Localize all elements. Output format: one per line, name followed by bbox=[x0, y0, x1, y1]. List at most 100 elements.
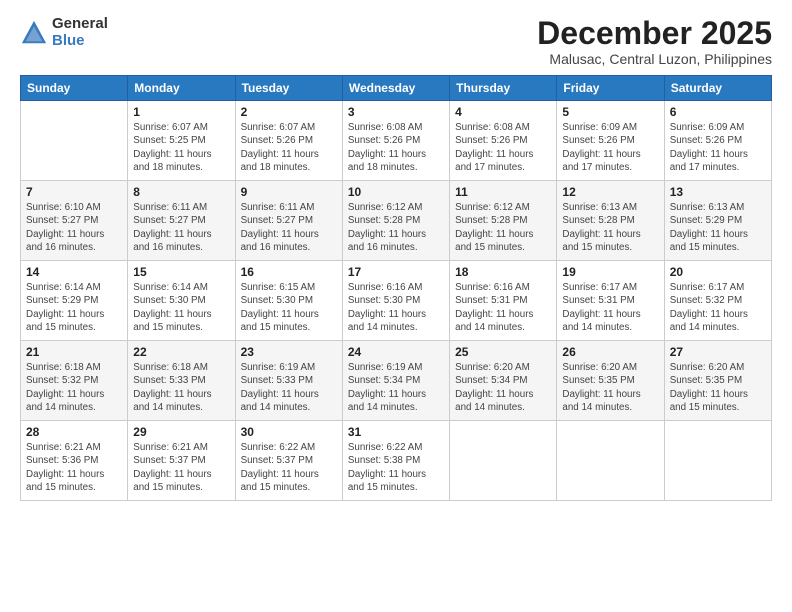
day-number: 23 bbox=[241, 345, 337, 359]
logo-icon bbox=[20, 19, 48, 47]
table-row: 20 Sunrise: 6:17 AM Sunset: 5:32 PM Dayli… bbox=[664, 261, 771, 341]
page: General Blue December 2025 Malusac, Cent… bbox=[0, 0, 792, 612]
day-number: 31 bbox=[348, 425, 444, 439]
day-info: Sunrise: 6:12 AM Sunset: 5:28 PM Dayligh… bbox=[455, 201, 551, 254]
table-row: 1Sunrise: 6:07 AM Sunset: 5:25 PM Daylig… bbox=[128, 101, 235, 181]
day-info: Sunrise: 6:11 AM Sunset: 5:27 PM Dayligh… bbox=[133, 201, 229, 254]
day-info: Sunrise: 6:20 AM Sunset: 5:34 PM Dayligh… bbox=[455, 361, 551, 414]
day-number: 19 bbox=[562, 265, 658, 279]
logo-blue: Blue bbox=[52, 33, 108, 50]
table-row: 29Sunrise: 6:21 AM Sunset: 5:37 PM Dayli… bbox=[128, 421, 235, 501]
day-number: 30 bbox=[241, 425, 337, 439]
logo-general: General bbox=[52, 16, 108, 33]
table-row: 14Sunrise: 6:14 AM Sunset: 5:29 PM Dayli… bbox=[21, 261, 128, 341]
col-sunday: Sunday bbox=[21, 76, 128, 101]
table-row: 3 Sunrise: 6:08 AM Sunset: 5:26 PM Daylig… bbox=[342, 101, 449, 181]
calendar-week-5: 28 Sunrise: 6:21 AM Sunset: 5:36 PM Dayli… bbox=[21, 421, 772, 501]
table-row: 11Sunrise: 6:12 AM Sunset: 5:28 PM Dayli… bbox=[450, 181, 557, 261]
table-row: 6Sunrise: 6:09 AM Sunset: 5:26 PM Daylig… bbox=[664, 101, 771, 181]
col-saturday: Saturday bbox=[664, 76, 771, 101]
day-number: 26 bbox=[562, 345, 658, 359]
day-info: Sunrise: 6:19 AM Sunset: 5:33 PM Dayligh… bbox=[241, 361, 337, 414]
table-row: 30Sunrise: 6:22 AM Sunset: 5:37 PM Dayli… bbox=[235, 421, 342, 501]
table-row: 31 Sunrise: 6:22 AM Sunset: 5:38 PM Dayli… bbox=[342, 421, 449, 501]
table-row bbox=[21, 101, 128, 181]
col-wednesday: Wednesday bbox=[342, 76, 449, 101]
day-info: Sunrise: 6:11 AM Sunset: 5:27 PM Dayligh… bbox=[241, 201, 337, 254]
table-row: 12Sunrise: 6:13 AM Sunset: 5:28 PM Dayli… bbox=[557, 181, 664, 261]
col-friday: Friday bbox=[557, 76, 664, 101]
calendar-week-1: 1Sunrise: 6:07 AM Sunset: 5:25 PM Daylig… bbox=[21, 101, 772, 181]
day-info: Sunrise: 6:13 AM Sunset: 5:29 PM Dayligh… bbox=[670, 201, 766, 254]
day-info: Sunrise: 6:20 AM Sunset: 5:35 PM Dayligh… bbox=[562, 361, 658, 414]
table-row: 19 Sunrise: 6:17 AM Sunset: 5:31 PM Dayli… bbox=[557, 261, 664, 341]
day-info: Sunrise: 6:22 AM Sunset: 5:38 PM Dayligh… bbox=[348, 441, 444, 494]
day-info: Sunrise: 6:17 AM Sunset: 5:31 PM Dayligh… bbox=[562, 281, 658, 334]
day-number: 29 bbox=[133, 425, 229, 439]
table-row: 15 Sunrise: 6:14 AM Sunset: 5:30 PM Dayli… bbox=[128, 261, 235, 341]
day-number: 17 bbox=[348, 265, 444, 279]
table-row bbox=[450, 421, 557, 501]
day-number: 22 bbox=[133, 345, 229, 359]
day-number: 21 bbox=[26, 345, 122, 359]
day-info: Sunrise: 6:19 AM Sunset: 5:34 PM Dayligh… bbox=[348, 361, 444, 414]
day-number: 18 bbox=[455, 265, 551, 279]
day-info: Sunrise: 6:17 AM Sunset: 5:32 PM Dayligh… bbox=[670, 281, 766, 334]
month-title: December 2025 bbox=[537, 16, 772, 51]
day-info: Sunrise: 6:18 AM Sunset: 5:33 PM Dayligh… bbox=[133, 361, 229, 414]
day-info: Sunrise: 6:12 AM Sunset: 5:28 PM Dayligh… bbox=[348, 201, 444, 254]
calendar-body: 1Sunrise: 6:07 AM Sunset: 5:25 PM Daylig… bbox=[21, 101, 772, 501]
header: General Blue December 2025 Malusac, Cent… bbox=[20, 16, 772, 67]
day-number: 12 bbox=[562, 185, 658, 199]
table-row: 13Sunrise: 6:13 AM Sunset: 5:29 PM Dayli… bbox=[664, 181, 771, 261]
day-info: Sunrise: 6:09 AM Sunset: 5:26 PM Dayligh… bbox=[670, 121, 766, 174]
table-row: 24 Sunrise: 6:19 AM Sunset: 5:34 PM Dayli… bbox=[342, 341, 449, 421]
day-info: Sunrise: 6:08 AM Sunset: 5:26 PM Dayligh… bbox=[455, 121, 551, 174]
table-row: 21 Sunrise: 6:18 AM Sunset: 5:32 PM Dayli… bbox=[21, 341, 128, 421]
day-info: Sunrise: 6:21 AM Sunset: 5:36 PM Dayligh… bbox=[26, 441, 122, 494]
day-number: 27 bbox=[670, 345, 766, 359]
table-row: 25 Sunrise: 6:20 AM Sunset: 5:34 PM Dayli… bbox=[450, 341, 557, 421]
table-row: 2Sunrise: 6:07 AM Sunset: 5:26 PM Daylig… bbox=[235, 101, 342, 181]
day-info: Sunrise: 6:20 AM Sunset: 5:35 PM Dayligh… bbox=[670, 361, 766, 414]
col-tuesday: Tuesday bbox=[235, 76, 342, 101]
day-number: 25 bbox=[455, 345, 551, 359]
logo: General Blue bbox=[20, 16, 108, 49]
table-row: 10 Sunrise: 6:12 AM Sunset: 5:28 PM Dayli… bbox=[342, 181, 449, 261]
calendar-header: Sunday Monday Tuesday Wednesday Thursday… bbox=[21, 76, 772, 101]
table-row: 4Sunrise: 6:08 AM Sunset: 5:26 PM Daylig… bbox=[450, 101, 557, 181]
day-number: 7 bbox=[26, 185, 122, 199]
day-info: Sunrise: 6:08 AM Sunset: 5:26 PM Dayligh… bbox=[348, 121, 444, 174]
table-row: 28 Sunrise: 6:21 AM Sunset: 5:36 PM Dayli… bbox=[21, 421, 128, 501]
day-number: 20 bbox=[670, 265, 766, 279]
table-row bbox=[664, 421, 771, 501]
col-thursday: Thursday bbox=[450, 76, 557, 101]
table-row: 17Sunrise: 6:16 AM Sunset: 5:30 PM Dayli… bbox=[342, 261, 449, 341]
day-number: 2 bbox=[241, 105, 337, 119]
day-number: 10 bbox=[348, 185, 444, 199]
day-number: 16 bbox=[241, 265, 337, 279]
table-row: 7 Sunrise: 6:10 AM Sunset: 5:27 PM Daylig… bbox=[21, 181, 128, 261]
day-info: Sunrise: 6:10 AM Sunset: 5:27 PM Dayligh… bbox=[26, 201, 122, 254]
day-number: 9 bbox=[241, 185, 337, 199]
day-number: 1 bbox=[133, 105, 229, 119]
day-number: 8 bbox=[133, 185, 229, 199]
day-number: 24 bbox=[348, 345, 444, 359]
day-info: Sunrise: 6:16 AM Sunset: 5:31 PM Dayligh… bbox=[455, 281, 551, 334]
table-row: 16 Sunrise: 6:15 AM Sunset: 5:30 PM Dayli… bbox=[235, 261, 342, 341]
day-number: 15 bbox=[133, 265, 229, 279]
table-row: 26 Sunrise: 6:20 AM Sunset: 5:35 PM Dayli… bbox=[557, 341, 664, 421]
day-info: Sunrise: 6:09 AM Sunset: 5:26 PM Dayligh… bbox=[562, 121, 658, 174]
location: Malusac, Central Luzon, Philippines bbox=[537, 51, 772, 67]
day-info: Sunrise: 6:15 AM Sunset: 5:30 PM Dayligh… bbox=[241, 281, 337, 334]
day-number: 3 bbox=[348, 105, 444, 119]
title-block: December 2025 Malusac, Central Luzon, Ph… bbox=[537, 16, 772, 67]
calendar-week-2: 7 Sunrise: 6:10 AM Sunset: 5:27 PM Daylig… bbox=[21, 181, 772, 261]
table-row: 23 Sunrise: 6:19 AM Sunset: 5:33 PM Dayli… bbox=[235, 341, 342, 421]
table-row: 8 Sunrise: 6:11 AM Sunset: 5:27 PM Daylig… bbox=[128, 181, 235, 261]
day-number: 28 bbox=[26, 425, 122, 439]
day-info: Sunrise: 6:14 AM Sunset: 5:30 PM Dayligh… bbox=[133, 281, 229, 334]
table-row bbox=[557, 421, 664, 501]
col-monday: Monday bbox=[128, 76, 235, 101]
day-info: Sunrise: 6:18 AM Sunset: 5:32 PM Dayligh… bbox=[26, 361, 122, 414]
